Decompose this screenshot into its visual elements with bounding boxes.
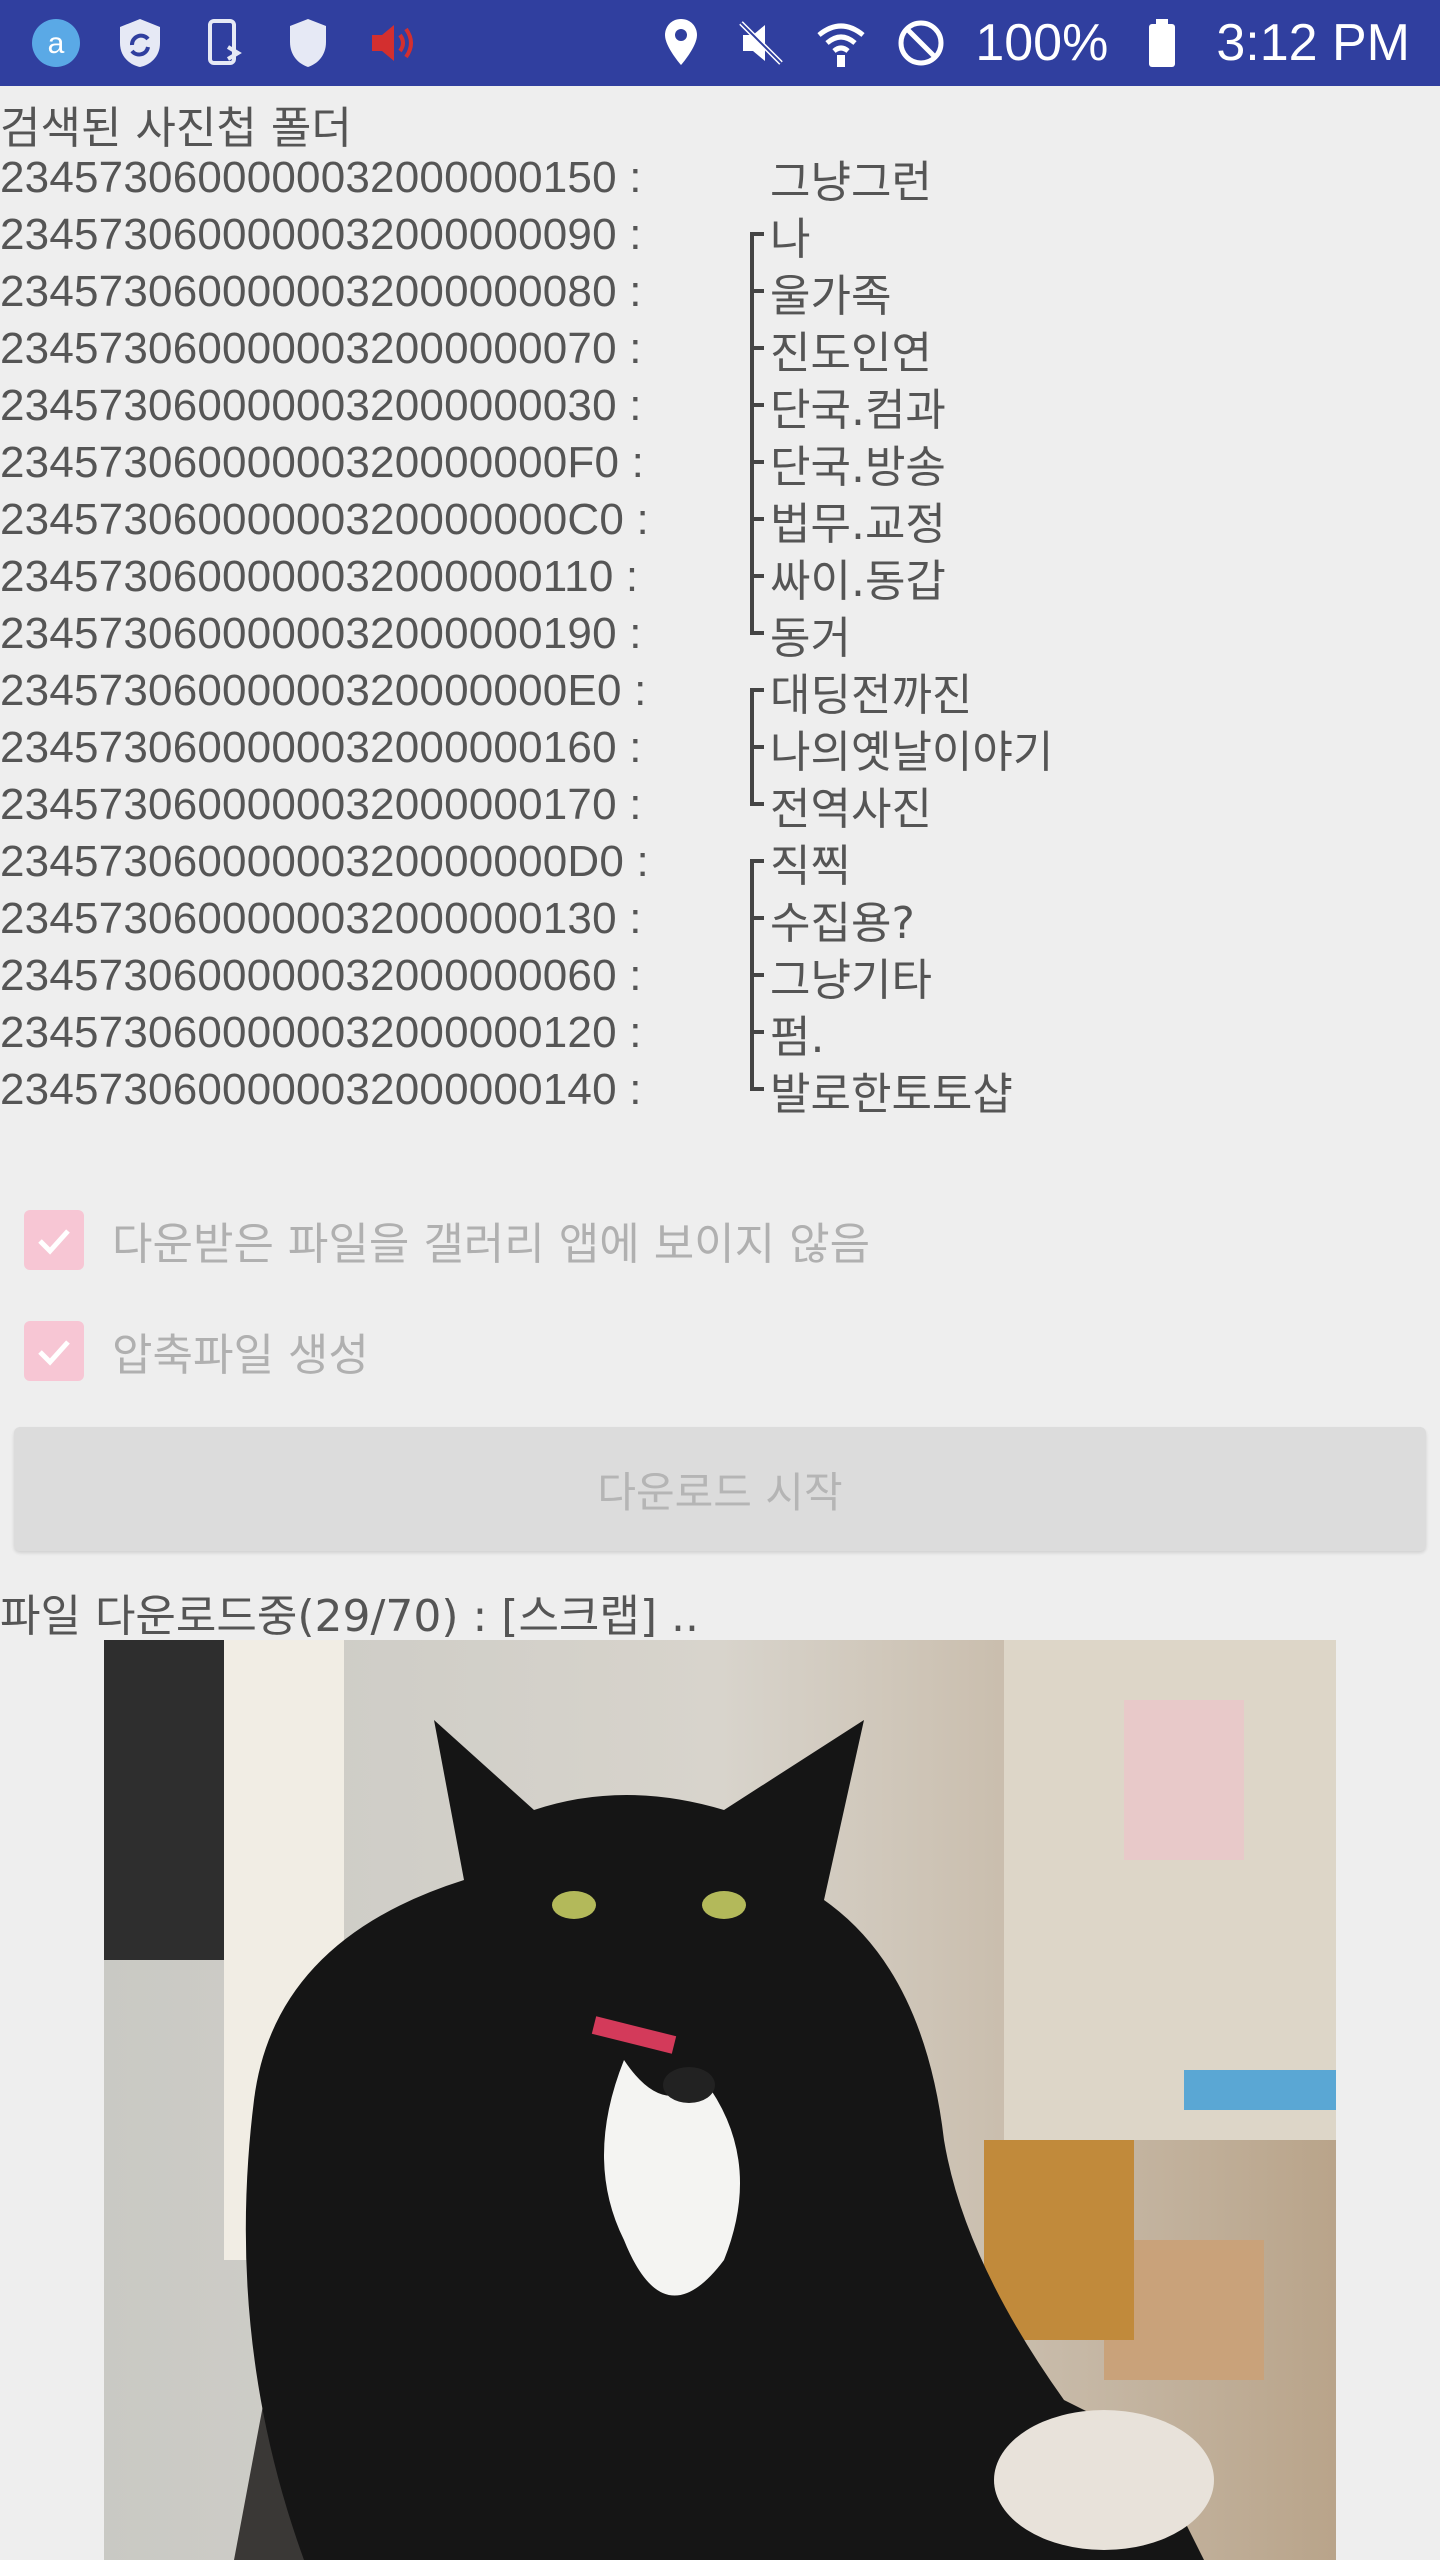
- tree-connector: [730, 263, 770, 320]
- shield-icon: [282, 17, 334, 69]
- shield-sync-icon: [114, 17, 166, 69]
- create-zip-label: 압축파일 생성: [112, 1330, 369, 1381]
- tree-connector: [730, 662, 770, 719]
- folder-row: 23457306000000320000000F0 : 단국.방송: [0, 434, 1440, 493]
- tree-connector: [730, 605, 770, 662]
- folder-name: 그냥기타: [770, 954, 932, 1006]
- folder-id: 2345730600000032000000110 :: [0, 551, 639, 601]
- tree-connector: [730, 890, 770, 947]
- folder-name: 울가족: [770, 270, 892, 322]
- folder-name: 동거: [770, 612, 851, 664]
- folder-name: 단국.방송: [770, 441, 946, 493]
- folder-name: 단국.컴과: [770, 384, 946, 436]
- folder-id: 2345730600000032000000090 :: [0, 209, 642, 259]
- tree-connector: [730, 1061, 770, 1118]
- folder-row: 2345730600000032000000120 : 펌.: [0, 1004, 1440, 1063]
- folder-id: 2345730600000032000000030 :: [0, 380, 642, 430]
- folder-name: 직찍: [770, 840, 851, 892]
- folder-name: 나의옛날이야기: [770, 726, 1054, 778]
- folder-id: 2345730600000032000000060 :: [0, 950, 642, 1000]
- tree-connector: [730, 548, 770, 605]
- folder-list-heading: 검색된 사진첩 폴더: [0, 103, 352, 154]
- create-zip-option[interactable]: 압축파일 생성: [24, 1319, 369, 1383]
- cat-photo-image: [104, 1640, 1336, 2560]
- create-zip-checkbox[interactable]: [24, 1321, 84, 1381]
- folder-name: 나: [770, 213, 811, 265]
- tree-connector: [730, 719, 770, 776]
- status-bar: a 100% 3:12 PM: [0, 0, 1440, 86]
- app-a-icon: a: [30, 17, 82, 69]
- tree-connector: [730, 1004, 770, 1061]
- phone-sync-icon: [198, 17, 250, 69]
- folder-id: 2345730600000032000000140 :: [0, 1064, 642, 1114]
- folder-row: 2345730600000032000000110 : 싸이.동갑: [0, 548, 1440, 607]
- folder-id: 23457306000000320000000E0 :: [0, 665, 647, 715]
- tree-connector: [730, 833, 770, 890]
- checkmark-icon: [38, 1229, 70, 1255]
- folder-list: 2345730600000032000000150 : 그냥그런 234573060…: [0, 149, 1440, 1120]
- tree-connector: [730, 491, 770, 548]
- download-start-button[interactable]: 다운로드 시작: [14, 1427, 1426, 1551]
- folder-row: 23457306000000320000000C0 : 법무.교정: [0, 491, 1440, 550]
- folder-id: 2345730600000032000000170 :: [0, 779, 642, 829]
- folder-name: 펌.: [770, 1011, 825, 1063]
- folder-id: 23457306000000320000000D0 :: [0, 836, 649, 886]
- folder-row: 2345730600000032000000160 : 나의옛날이야기: [0, 719, 1440, 778]
- folder-id: 2345730600000032000000070 :: [0, 323, 642, 373]
- folder-row: 2345730600000032000000030 : 단국.컴과: [0, 377, 1440, 436]
- folder-row: 2345730600000032000000090 : 나: [0, 206, 1440, 265]
- block-icon: [895, 17, 947, 69]
- folder-name: 수집용?: [770, 897, 915, 949]
- checkmark-icon: [38, 1340, 70, 1366]
- folder-row: 2345730600000032000000080 : 울가족: [0, 263, 1440, 322]
- battery-percentage: 100%: [975, 14, 1109, 72]
- volume-red-icon: [366, 17, 418, 69]
- folder-id: 2345730600000032000000160 :: [0, 722, 642, 772]
- folder-name: 싸이.동갑: [770, 555, 946, 607]
- folder-id: 23457306000000320000000F0 :: [0, 437, 645, 487]
- status-bar-left-icons: a: [30, 17, 418, 69]
- status-bar-right: 100% 3:12 PM: [655, 13, 1410, 73]
- location-icon: [655, 17, 707, 69]
- folder-id: 2345730600000032000000120 :: [0, 1007, 642, 1057]
- folder-row: 23457306000000320000000D0 : 직찍: [0, 833, 1440, 892]
- folder-name: 발로한토토샵: [770, 1068, 1013, 1120]
- folder-row: 2345730600000032000000170 : 전역사진: [0, 776, 1440, 835]
- folder-row: 2345730600000032000000190 : 동거: [0, 605, 1440, 664]
- hide-in-gallery-checkbox[interactable]: [24, 1210, 84, 1270]
- folder-id: 2345730600000032000000080 :: [0, 266, 642, 316]
- folder-row: 2345730600000032000000140 : 발로한토토샵: [0, 1061, 1440, 1120]
- hide-in-gallery-label: 다운받은 파일을 갤러리 앱에 보이지 않음: [112, 1219, 871, 1270]
- battery-icon: [1136, 17, 1188, 69]
- folder-name: 진도인연: [770, 327, 932, 379]
- hide-in-gallery-option[interactable]: 다운받은 파일을 갤러리 앱에 보이지 않음: [24, 1208, 870, 1272]
- folder-id: 23457306000000320000000C0 :: [0, 494, 649, 544]
- folder-row: 2345730600000032000000130 : 수집용?: [0, 890, 1440, 949]
- downloaded-photo-preview: [104, 1640, 1336, 2560]
- folder-name: 대딩전까진: [770, 669, 973, 721]
- folder-id: 2345730600000032000000130 :: [0, 893, 642, 943]
- folder-name: 법무.교정: [770, 498, 946, 550]
- folder-row: 23457306000000320000000E0 : 대딩전까진: [0, 662, 1440, 721]
- clock: 3:12 PM: [1216, 14, 1410, 72]
- tree-connector: [730, 776, 770, 833]
- tree-connector: [730, 206, 770, 263]
- svg-text:a: a: [48, 27, 65, 60]
- download-progress-text: 파일 다운로드중(29/70) : [스크랩] ..: [0, 1591, 700, 1642]
- tree-connector: [730, 320, 770, 377]
- tree-connector: [730, 434, 770, 491]
- tree-connector: [730, 149, 770, 206]
- folder-name: 전역사진: [770, 783, 932, 835]
- tree-connector: [730, 377, 770, 434]
- folder-row: 2345730600000032000000070 : 진도인연: [0, 320, 1440, 379]
- wifi-call-icon: [815, 17, 867, 69]
- folder-row: 2345730600000032000000060 : 그냥기타: [0, 947, 1440, 1006]
- tree-connector: [730, 947, 770, 1004]
- folder-row: 2345730600000032000000150 : 그냥그런: [0, 149, 1440, 208]
- folder-id: 2345730600000032000000190 :: [0, 608, 642, 658]
- mute-icon: [735, 17, 787, 69]
- folder-name: 그냥그런: [770, 156, 932, 208]
- folder-id: 2345730600000032000000150 :: [0, 152, 642, 202]
